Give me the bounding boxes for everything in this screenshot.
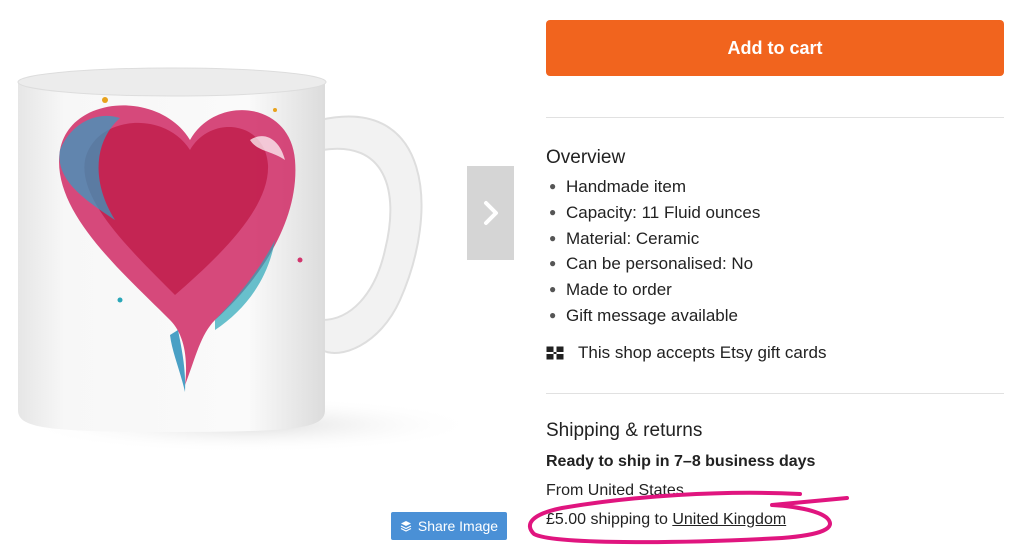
list-item: ● Gift message available — [549, 305, 738, 325]
product-image[interactable] — [0, 40, 460, 460]
overview-list: ● Handmade item ● Capacity: 11 Fluid ounce… — [546, 174, 760, 329]
ship-origin-text: From United States — [546, 482, 684, 499]
product-image-area: Share Image — [0, 0, 530, 546]
divider — [546, 393, 1004, 394]
list-item: ● Material: Ceramic — [549, 228, 700, 248]
divider — [546, 117, 1004, 118]
shipping-title: Shipping & returns — [546, 420, 703, 441]
overview-title: Overview — [546, 147, 626, 168]
gift-card-text: This shop accepts Etsy gift cards — [578, 343, 827, 362]
chevron-right-icon — [483, 201, 498, 225]
list-item: ● Can be personalised: No — [549, 254, 754, 274]
next-image-button[interactable] — [467, 166, 514, 260]
gift-card-notice: This shop accepts Etsy gift cards — [546, 343, 827, 363]
share-image-label: Share Image — [417, 518, 499, 534]
gift-card-icon — [546, 346, 564, 360]
shipping-country-link[interactable]: United Kingdom — [672, 511, 786, 528]
share-image-button[interactable]: Share Image — [391, 512, 507, 540]
list-item: ● Capacity: 11 Fluid ounces — [549, 202, 761, 222]
ready-to-ship-text: Ready to ship in 7–8 business days — [546, 453, 816, 470]
shipping-cost: £5.00 shipping to United Kingdom — [546, 511, 786, 529]
list-item: ● Handmade item — [549, 177, 687, 196]
shipping-cost-prefix: £5.00 shipping to — [546, 511, 673, 528]
add-to-cart-button[interactable]: Add to cart — [546, 20, 1004, 76]
list-item: ● Made to order — [549, 280, 672, 300]
layers-icon — [400, 521, 412, 532]
